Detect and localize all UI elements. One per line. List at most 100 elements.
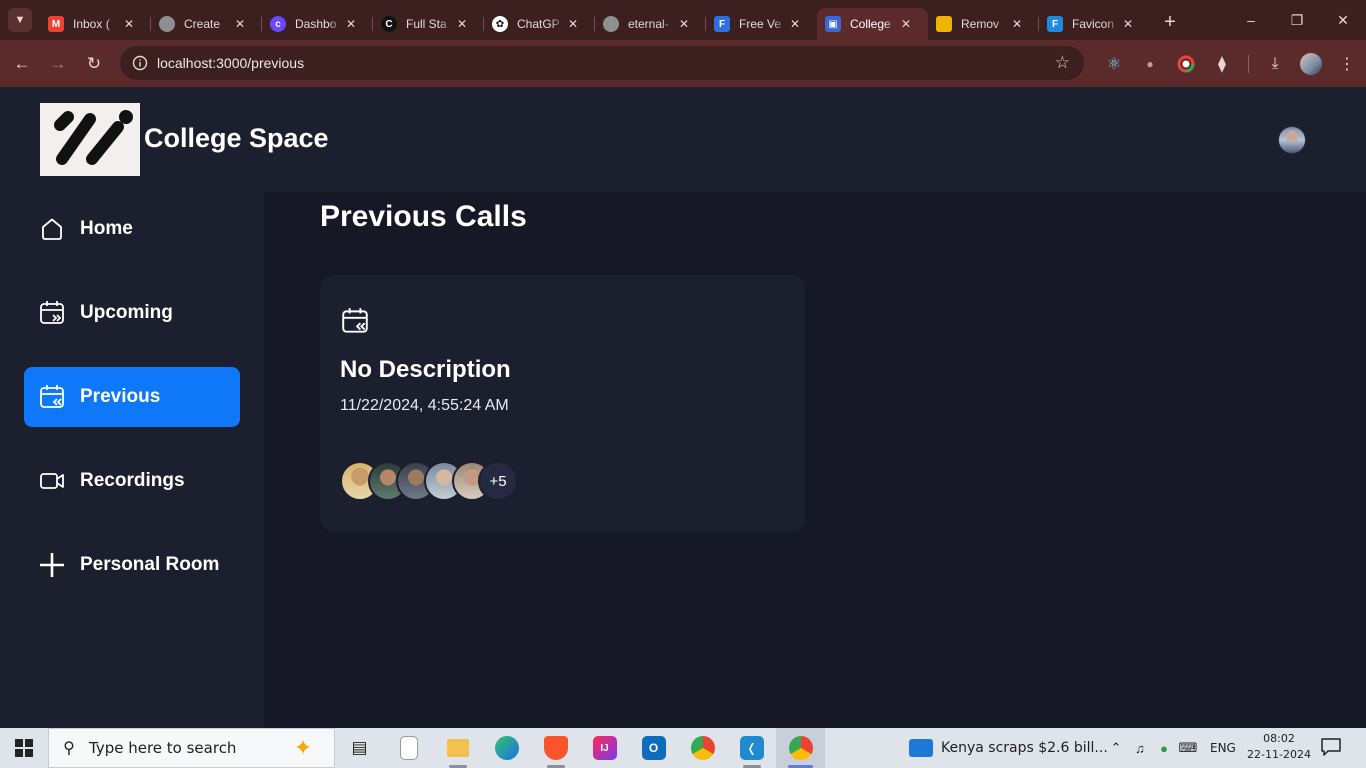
more-menu-icon[interactable]: ⋮	[1329, 46, 1365, 82]
sidebar-item-personal-room[interactable]: Personal Room	[24, 535, 240, 595]
forward-icon[interactable]: →	[40, 46, 76, 82]
page-title: Previous Calls	[320, 200, 527, 233]
extensions-area: ⚛ ● ⧫ ⤓ ⋮	[1096, 40, 1365, 87]
tab-8[interactable]: Remov ✕	[928, 8, 1039, 40]
url-text: localhost:3000/previous	[157, 55, 305, 71]
sidebar-item-home[interactable]: Home	[24, 199, 240, 259]
address-bar[interactable]: localhost:3000/previous ☆	[120, 46, 1084, 80]
file-explorer-icon[interactable]	[433, 728, 482, 768]
brand-title[interactable]: College Space	[144, 123, 329, 154]
chevron-up-icon[interactable]: ⌃	[1104, 740, 1128, 756]
sidebar-item-label: Personal Room	[80, 554, 220, 575]
minimize-icon[interactable]: –	[1228, 0, 1274, 40]
home-icon	[38, 215, 66, 243]
calendar-forward-icon	[38, 299, 66, 327]
chrome-icon[interactable]	[678, 728, 727, 768]
tab-title: Dashbo	[295, 17, 337, 31]
puzzle-icon[interactable]: ⧫	[1204, 46, 1240, 82]
tab-9[interactable]: F Favicon ✕	[1039, 8, 1150, 40]
clerk-icon: c	[270, 16, 286, 32]
calendar-back-icon	[38, 383, 66, 411]
brave-icon[interactable]	[531, 728, 580, 768]
intellij-icon[interactable]: IJ	[580, 728, 629, 768]
profile-avatar[interactable]	[1293, 46, 1329, 82]
tab-title: College	[850, 17, 891, 31]
sidebar-item-upcoming[interactable]: Upcoming	[24, 283, 240, 343]
close-icon[interactable]: ✕	[787, 16, 803, 32]
color-picker-icon[interactable]	[1168, 46, 1204, 82]
download-icon[interactable]: ⤓	[1257, 46, 1293, 82]
new-tab-button[interactable]: +	[1156, 8, 1184, 36]
tab-0[interactable]: M Inbox ( ✕	[40, 8, 151, 40]
search-placeholder: Type here to search	[89, 739, 237, 757]
back-icon[interactable]: ←	[4, 46, 40, 82]
sidebar-item-recordings[interactable]: Recordings	[24, 451, 240, 511]
c-icon: C	[381, 16, 397, 32]
clock[interactable]: 08:02 22-11-2024	[1246, 731, 1312, 763]
tab-title: ChatGP	[517, 17, 560, 31]
react-devtools-icon[interactable]: ⚛	[1096, 46, 1132, 82]
tab-3[interactable]: C Full Sta ✕	[373, 8, 484, 40]
tab-search-button[interactable]: ▼	[8, 8, 32, 32]
close-icon[interactable]: ✕	[232, 16, 248, 32]
sidebar-item-label: Recordings	[80, 470, 185, 491]
news-headline: Kenya scraps $2.6 bill...	[941, 740, 1108, 756]
calendar-back-icon	[340, 306, 370, 336]
vscode-icon[interactable]: ❬	[727, 728, 776, 768]
notification-icon[interactable]	[1320, 737, 1344, 759]
tab-6[interactable]: F Free Ve ✕	[706, 8, 817, 40]
logo[interactable]	[40, 103, 140, 176]
task-view-icon[interactable]: ▤	[335, 728, 384, 768]
taskbar-search[interactable]: ⚲ Type here to search ✦	[48, 728, 335, 768]
outlook-icon[interactable]: O	[629, 728, 678, 768]
restore-icon[interactable]: ❐	[1274, 0, 1320, 40]
clock-time: 08:02	[1263, 732, 1295, 745]
close-icon[interactable]: ✕	[454, 16, 470, 32]
notepad-icon[interactable]	[384, 728, 433, 768]
tab-title: Remov	[961, 17, 1000, 31]
globe-icon	[603, 16, 619, 32]
call-title: No Description	[340, 356, 511, 383]
remove-icon	[936, 16, 952, 32]
close-icon[interactable]: ✕	[121, 16, 137, 32]
language-indicator[interactable]: ENG	[1210, 741, 1236, 755]
network-icon[interactable]: ♫	[1128, 741, 1152, 756]
news-icon	[909, 739, 933, 757]
close-icon[interactable]: ✕	[898, 16, 914, 32]
tab-title: Create	[184, 17, 221, 31]
video-icon	[38, 467, 66, 495]
call-date: 11/22/2024, 4:55:24 AM	[340, 397, 509, 414]
tab-title: Full Sta	[406, 17, 447, 31]
system-tray: ⌃ ♫ ● ⌨ ENG	[1104, 728, 1236, 768]
close-icon[interactable]: ✕	[343, 16, 359, 32]
bookmark-star-icon[interactable]: ☆	[1055, 53, 1070, 73]
close-icon[interactable]: ✕	[676, 16, 692, 32]
tab-5[interactable]: eternal- ✕	[595, 8, 706, 40]
favicon-icon: F	[1047, 16, 1063, 32]
windows-start-icon[interactable]	[0, 728, 48, 768]
close-icon[interactable]: ✕	[1120, 16, 1136, 32]
tab-4[interactable]: ✿ ChatGP ✕	[484, 8, 595, 40]
site-info-icon[interactable]	[124, 55, 156, 71]
tab-7-active[interactable]: ▣ College ✕	[817, 8, 928, 40]
tab-2[interactable]: c Dashbo ✕	[262, 8, 373, 40]
update-icon[interactable]: ●	[1152, 741, 1176, 756]
news-widget[interactable]: Kenya scraps $2.6 bill...	[909, 728, 1108, 768]
close-icon[interactable]: ✕	[565, 16, 581, 32]
tab-1[interactable]: Create ✕	[151, 8, 262, 40]
call-card: No Description 11/22/2024, 4:55:24 AM +5	[320, 275, 805, 532]
tab-title: eternal-	[628, 17, 669, 31]
college-space-icon: ▣	[825, 16, 841, 32]
close-icon[interactable]: ✕	[1009, 16, 1025, 32]
reload-icon[interactable]: ↻	[76, 46, 112, 82]
extension-icon[interactable]: ●	[1132, 46, 1168, 82]
sidebar-item-previous[interactable]: Previous	[24, 367, 240, 427]
chrome-profile-icon[interactable]	[776, 728, 825, 768]
clock-date: 22-11-2024	[1247, 748, 1311, 761]
close-window-icon[interactable]: ✕	[1320, 0, 1366, 40]
keyboard-icon[interactable]: ⌨	[1176, 740, 1200, 756]
user-avatar[interactable]	[1278, 126, 1306, 154]
edge-icon[interactable]	[482, 728, 531, 768]
sidebar-item-label: Upcoming	[80, 302, 173, 323]
main-content: Previous Calls No Description 11/22/2024…	[264, 192, 1366, 728]
